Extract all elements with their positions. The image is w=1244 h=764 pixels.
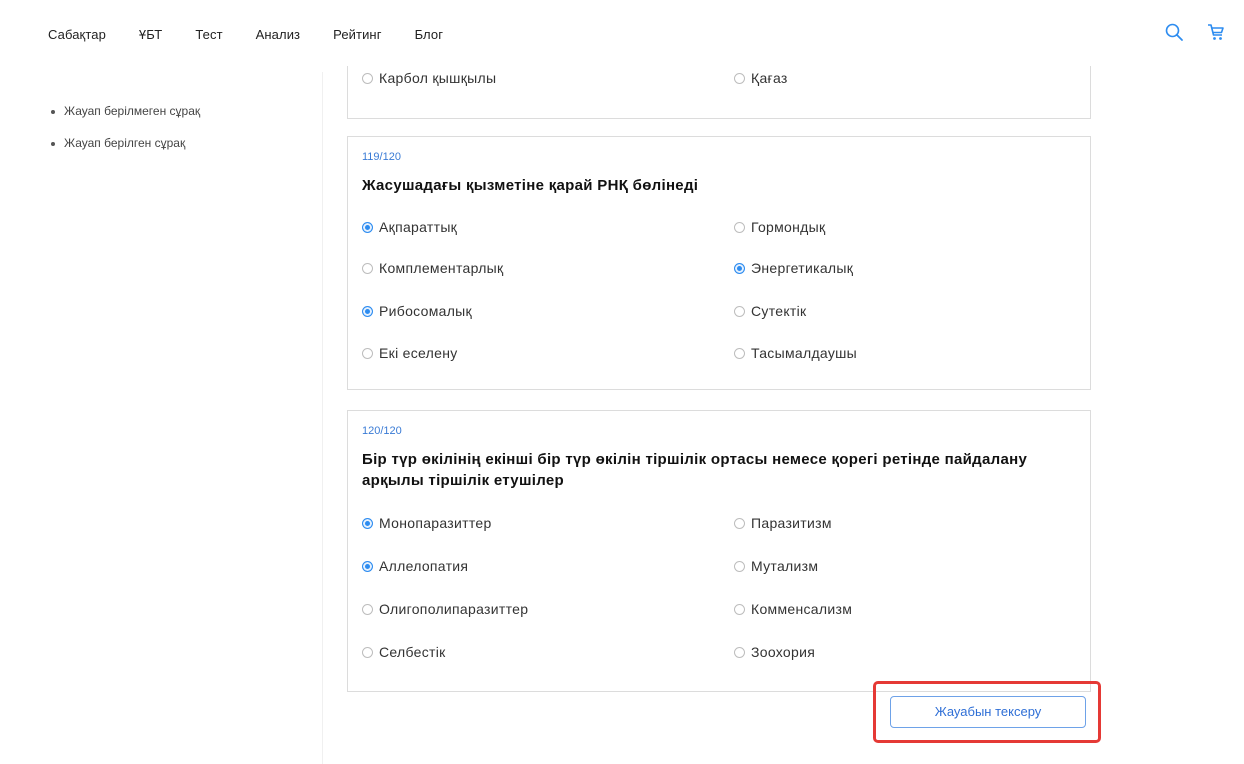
answer-option[interactable]: Паразитизм [734,515,832,531]
question-text: Бір түр өкілінің екінші бір түр өкілін т… [362,451,1028,489]
answer-option[interactable]: Комплементарлық [362,260,503,276]
answer-option[interactable]: Зоохория [734,644,815,660]
answer-option[interactable]: Екі еселену [362,345,458,361]
answer-option[interactable]: Энергетикалық [734,260,853,276]
option-label: Сутектік [751,303,807,319]
radio-icon[interactable] [734,262,745,274]
legend-label: Жауап берілген сұрақ [64,136,186,150]
radio-icon[interactable] [362,72,373,84]
option-label: Ақпараттық [379,219,458,235]
nav-test[interactable]: Тест [195,27,222,42]
nav-ubt[interactable]: ҰБТ [139,27,162,42]
answer-legend: Жауап берілмеген сұрақ Жауап берілген сұ… [50,104,300,168]
option-label: Мутализм [751,558,819,574]
radio-icon[interactable] [734,517,745,529]
radio-icon[interactable] [734,646,745,658]
option-label: Комплементарлық [379,260,504,276]
radio-icon[interactable] [362,221,373,233]
legend-answered: Жауап берілген сұрақ [50,136,300,150]
question-card-120: 120/120 Бір түр өкілінің екінші бір түр … [347,410,1091,692]
radio-icon[interactable] [734,305,745,317]
question-number: 119/120 [362,151,401,163]
answer-option[interactable]: Олигополипаразиттер [362,601,528,617]
option-label: Зоохория [751,644,816,660]
answer-option[interactable]: Аллелопатия [362,558,468,574]
answer-option[interactable]: Рибосомалық [362,303,472,319]
question-number: 120/120 [362,425,402,437]
nav-blog[interactable]: Блог [415,27,444,42]
nav-rating[interactable]: Рейтинг [333,27,381,42]
option-label: Қағаз [751,70,788,86]
radio-icon[interactable] [734,560,745,572]
nav-lessons[interactable]: Сабақтар [48,27,106,42]
radio-icon[interactable] [362,262,373,274]
question-text: Жасушадағы қызметіне қарай РНҚ бөлінеді [362,177,699,194]
option-label: Комменсализм [751,601,853,617]
radio-icon[interactable] [362,517,373,529]
option-label: Екі еселену [379,345,458,361]
option-label: Тасымалдаушы [751,345,858,361]
nav-analysis[interactable]: Анализ [256,27,301,42]
radio-icon[interactable] [734,221,745,233]
option-label: Аллелопатия [379,558,469,574]
question-card: Карбол қышқылы Қағаз [347,66,1091,119]
test-content: Карбол қышқылы Қағаз 119/120 Жасушадағы … [322,66,1122,764]
answer-option[interactable]: Гормондық [734,219,825,235]
search-icon[interactable] [1164,22,1184,42]
radio-icon[interactable] [734,72,745,84]
radio-icon[interactable] [362,305,373,317]
radio-icon[interactable] [362,603,373,615]
question-card-119: 119/120 Жасушадағы қызметіне қарай РНҚ б… [347,136,1091,390]
legend-unanswered: Жауап берілмеген сұрақ [50,104,300,118]
option-label: Паразитизм [751,515,832,531]
legend-label: Жауап берілмеген сұрақ [64,104,201,118]
option-label: Карбол қышқылы [379,70,497,86]
bullet-icon [51,142,55,146]
check-button-highlight: Жауабын тексеру [873,681,1101,743]
bullet-icon [51,110,55,114]
answer-option[interactable]: Мутализм [734,558,818,574]
answer-option[interactable]: Сутектік [734,303,806,319]
option-label: Монопаразиттер [379,515,492,531]
answer-option[interactable]: Қағаз [734,70,788,86]
radio-icon[interactable] [362,646,373,658]
option-label: Энергетикалық [751,260,854,276]
option-label: Рибосомалық [379,303,472,319]
radio-icon[interactable] [734,603,745,615]
answer-option[interactable]: Тасымалдаушы [734,345,857,361]
top-navbar: Сабақтар ҰБТ Тест Анализ Рейтинг Блог [0,0,1244,72]
option-label: Олигополипаразиттер [379,601,529,617]
radio-icon[interactable] [362,347,373,359]
option-label: Гормондық [751,219,826,235]
radio-icon[interactable] [362,560,373,572]
answer-option[interactable]: Ақпараттық [362,219,457,235]
answer-option[interactable]: Селбестік [362,644,446,660]
answer-option[interactable]: Монопаразиттер [362,515,492,531]
answer-option[interactable]: Комменсализм [734,601,852,617]
check-answers-button[interactable]: Жауабын тексеру [890,696,1086,728]
option-label: Селбестік [379,644,446,660]
radio-icon[interactable] [734,347,745,359]
cart-icon[interactable] [1206,22,1226,42]
answer-option[interactable]: Карбол қышқылы [362,70,496,86]
main-nav: Сабақтар ҰБТ Тест Анализ Рейтинг Блог [48,27,476,42]
